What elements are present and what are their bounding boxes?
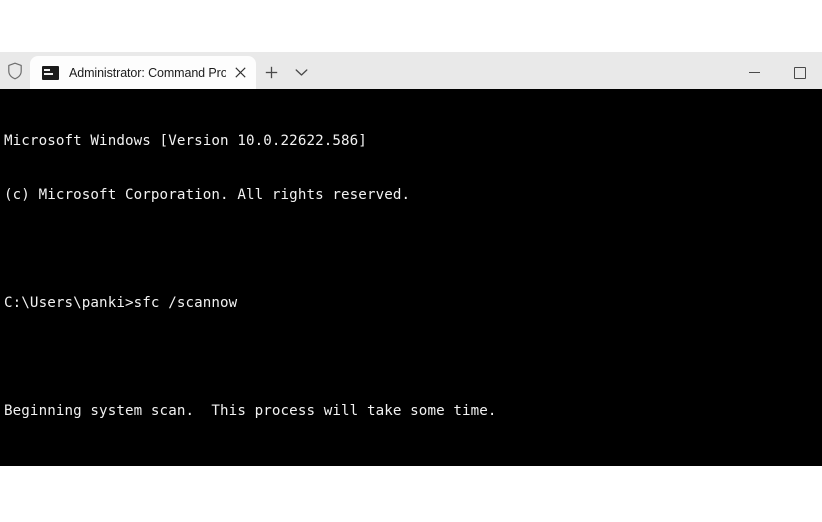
console-line: C:\Users\panki>sfc /scannow bbox=[4, 295, 238, 311]
tab-administrator-command-prompt[interactable]: Administrator: Command Pro bbox=[30, 56, 256, 89]
maximize-button[interactable] bbox=[777, 56, 822, 89]
new-tab-button[interactable] bbox=[256, 56, 286, 89]
minimize-icon bbox=[749, 72, 760, 73]
shield-icon bbox=[0, 52, 30, 89]
close-icon[interactable] bbox=[226, 59, 254, 87]
tab-bar: Administrator: Command Pro bbox=[0, 52, 822, 89]
console-icon bbox=[42, 65, 59, 80]
console-line: (c) Microsoft Corporation. All rights re… bbox=[4, 187, 411, 203]
minimize-button[interactable] bbox=[732, 56, 777, 89]
terminal-window: Administrator: Command Pro Microsoft Win… bbox=[0, 52, 822, 466]
console-line-blank bbox=[4, 456, 822, 466]
console-output: Microsoft Windows [Version 10.0.22622.58… bbox=[4, 96, 822, 466]
console-area[interactable]: Microsoft Windows [Version 10.0.22622.58… bbox=[0, 89, 822, 466]
console-line: Microsoft Windows [Version 10.0.22622.58… bbox=[4, 133, 367, 149]
maximize-icon bbox=[793, 66, 806, 79]
page-root: Administrator: Command Pro Microsoft Win… bbox=[0, 0, 822, 522]
console-line-blank bbox=[4, 348, 822, 366]
tab-title: Administrator: Command Pro bbox=[69, 65, 226, 80]
console-line-blank bbox=[4, 240, 822, 258]
console-line: Beginning system scan. This process will… bbox=[4, 403, 497, 419]
chevron-down-icon[interactable] bbox=[286, 56, 316, 89]
